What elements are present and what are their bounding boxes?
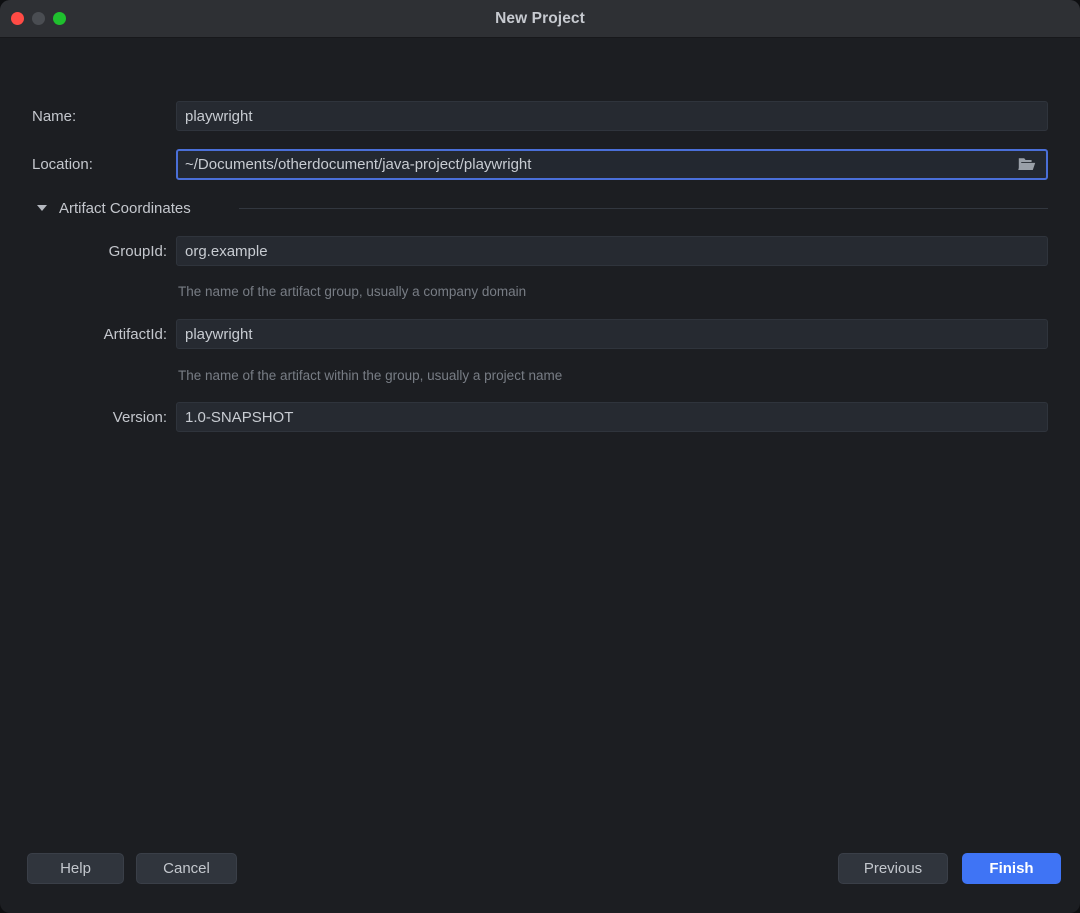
group-id-row: GroupId: org.example xyxy=(0,236,1080,266)
group-id-label: GroupId: xyxy=(108,242,167,260)
artifact-coordinates-title: Artifact Coordinates xyxy=(59,199,191,217)
name-input-value: playwright xyxy=(185,107,253,125)
name-label: Name: xyxy=(32,107,77,125)
dialog-content: Name: playwright Location: ~/Documents/o… xyxy=(0,38,1080,838)
folder-icon[interactable] xyxy=(1017,156,1037,174)
chevron-down-icon[interactable] xyxy=(37,205,47,211)
version-label: Version: xyxy=(112,408,167,426)
artifact-id-row: ArtifactId: playwright xyxy=(0,319,1080,349)
zoom-window-button[interactable] xyxy=(53,12,66,25)
location-label: Location: xyxy=(32,156,93,173)
version-row: Version: 1.0-SNAPSHOT xyxy=(0,402,1080,432)
traffic-lights xyxy=(0,12,66,25)
window-title: New Project xyxy=(495,9,585,27)
artifact-id-input[interactable]: playwright xyxy=(176,319,1048,349)
dialog-footer: Help Cancel Previous Finish xyxy=(0,838,1080,913)
previous-button[interactable]: Previous xyxy=(838,853,948,884)
window-titlebar: New Project xyxy=(0,0,1080,38)
version-input[interactable]: 1.0-SNAPSHOT xyxy=(176,402,1048,432)
artifact-id-label: ArtifactId: xyxy=(103,325,167,343)
group-id-input-value: org.example xyxy=(185,242,268,260)
close-window-button[interactable] xyxy=(11,12,24,25)
location-input-value: ~/Documents/otherdocument/java-project/p… xyxy=(185,156,532,173)
artifact-coordinates-section-header[interactable]: Artifact Coordinates xyxy=(0,197,1080,219)
new-project-dialog: New Project Name: playwright Location: ~… xyxy=(0,0,1080,913)
name-row: Name: playwright xyxy=(0,101,1080,131)
location-row: Location: ~/Documents/otherdocument/java… xyxy=(0,149,1080,180)
cancel-button[interactable]: Cancel xyxy=(136,853,237,884)
help-button[interactable]: Help xyxy=(27,853,124,884)
section-divider xyxy=(239,207,1048,209)
version-input-value: 1.0-SNAPSHOT xyxy=(185,408,294,426)
group-id-helper-text: The name of the artifact group, usually … xyxy=(178,284,527,299)
minimize-window-button[interactable] xyxy=(32,12,45,25)
group-id-input[interactable]: org.example xyxy=(176,236,1048,266)
finish-button[interactable]: Finish xyxy=(962,853,1061,884)
artifact-id-input-value: playwright xyxy=(185,325,253,343)
artifact-id-helper-text: The name of the artifact within the grou… xyxy=(178,368,563,383)
location-input[interactable]: ~/Documents/otherdocument/java-project/p… xyxy=(176,149,1048,180)
name-input[interactable]: playwright xyxy=(176,101,1048,131)
